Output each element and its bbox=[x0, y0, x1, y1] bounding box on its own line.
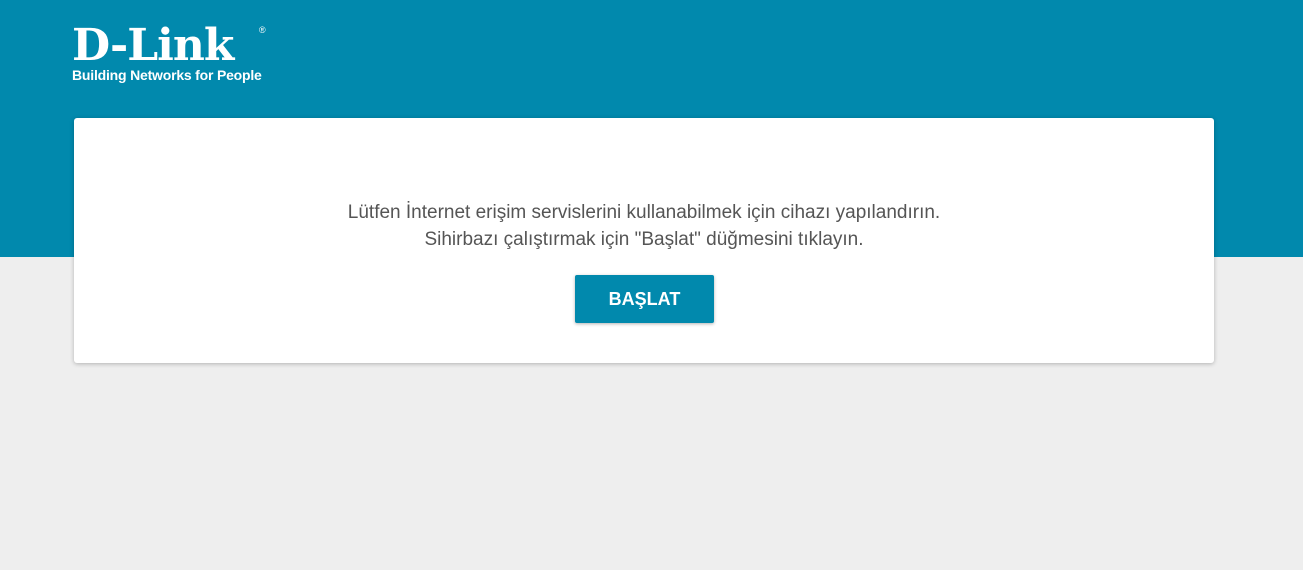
dlink-logo: D-Link ® Building Networks for People bbox=[72, 24, 272, 88]
wizard-message: Lütfen İnternet erişim servislerini kull… bbox=[74, 199, 1214, 253]
registered-mark: ® bbox=[259, 25, 266, 35]
wizard-message-line-1: Lütfen İnternet erişim servislerini kull… bbox=[347, 202, 941, 223]
wizard-message-line-2: Sihirbazı çalıştırmak için "Başlat" düğm… bbox=[424, 229, 864, 250]
start-button[interactable]: BAŞLAT bbox=[575, 275, 714, 323]
logo-wordmark: D-Link bbox=[72, 20, 234, 71]
logo-tagline: Building Networks for People bbox=[72, 67, 262, 83]
wizard-card: Lütfen İnternet erişim servislerini kull… bbox=[74, 118, 1214, 363]
